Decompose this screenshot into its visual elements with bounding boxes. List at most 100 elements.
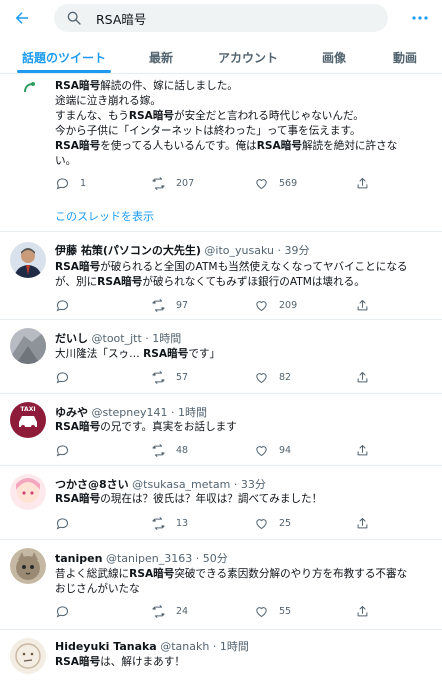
text-segment: が破られると全国のATMも当然使えなくなってヤバイことになる <box>100 261 408 273</box>
author-handle[interactable]: @tanipen_3163 <box>106 552 192 565</box>
text-segment: です」 <box>188 348 221 360</box>
tweet-time[interactable]: 1時間 <box>220 640 249 653</box>
tweet-header: Hideyuki Tanaka @tanakh · 1時間 <box>55 638 249 654</box>
highlighted-keyword: RSA暗号 <box>55 421 101 433</box>
tweet-time[interactable]: 1時間 <box>178 406 207 419</box>
search-bar[interactable]: RSA暗号 <box>54 4 388 32</box>
tab-top[interactable]: 話題のツイート <box>22 49 106 66</box>
tab-latest[interactable]: 最新 <box>149 49 173 66</box>
tweet[interactable]: TAXI ゆみや @stepney141 · 1時間 RSA暗号の兄です。真実を… <box>0 394 442 466</box>
author-name[interactable]: ゆみや <box>55 406 88 419</box>
tweet-line: 今から子供に「インターネットは終わった」って事を伝えます。 <box>55 124 435 139</box>
retweet-icon <box>151 298 166 313</box>
share-icon <box>355 604 370 619</box>
text-segment: 解読の件、嫁に話しました。 <box>100 80 238 92</box>
avatar[interactable]: TAXI <box>10 402 46 438</box>
reply-icon <box>55 370 70 385</box>
tab-accounts[interactable]: アカウント <box>218 49 278 66</box>
highlighted-keyword: RSA暗号 <box>143 348 189 360</box>
reply-icon <box>55 443 70 458</box>
share-button[interactable] <box>355 370 370 385</box>
tweet-header: だいし @toot_jtt · 1時間 <box>55 330 181 346</box>
tweet-actions: 24 55 <box>55 604 385 620</box>
tweet[interactable]: tanipen @tanipen_3163 · 50分 昔よく総武線にRSA暗号… <box>0 540 442 630</box>
retweet-button[interactable]: 13 <box>151 516 188 531</box>
author-handle[interactable]: @stepney141 <box>92 406 168 419</box>
tab-videos[interactable]: 動画 <box>393 49 417 66</box>
author-name[interactable]: つかさ@8さい <box>55 478 129 491</box>
tweet[interactable]: Hideyuki Tanaka @tanakh · 1時間 RSA暗号は、解けま… <box>0 630 442 680</box>
tweet-line: おじさんがいたな <box>55 582 435 597</box>
share-button[interactable] <box>355 443 370 458</box>
reply-button[interactable] <box>55 298 70 313</box>
tweet-text: 大川隆法「スゥ… RSA暗号です」 <box>55 347 435 362</box>
like-button[interactable]: 82 <box>254 370 291 385</box>
like-button[interactable]: 209 <box>254 298 297 313</box>
author-handle[interactable]: @toot_jtt <box>92 332 142 345</box>
share-icon <box>355 443 370 458</box>
avatar[interactable] <box>10 474 46 510</box>
tweet[interactable]: RSA暗号解読の件、嫁に話しました。 途端に泣き崩れる嫁。 すまんな、もうRSA暗号… <box>0 74 442 232</box>
reply-button[interactable] <box>55 443 70 458</box>
tweet-text: RSA暗号解読の件、嫁に話しました。 途端に泣き崩れる嫁。 すまんな、もうRSA暗号… <box>55 79 435 169</box>
retweet-icon <box>151 176 166 191</box>
author-handle[interactable]: @tsukasa_metam <box>132 478 230 491</box>
tweet-time[interactable]: 33分 <box>241 478 266 491</box>
avatar[interactable] <box>10 548 46 584</box>
show-thread-link[interactable]: このスレッドを表示 <box>55 208 154 224</box>
retweet-button[interactable]: 48 <box>151 443 188 458</box>
like-button[interactable]: 55 <box>254 604 291 619</box>
retweet-button[interactable]: 97 <box>151 298 188 313</box>
retweets-count: 24 <box>176 606 189 617</box>
avatar[interactable] <box>10 638 46 674</box>
like-button[interactable]: 569 <box>254 176 297 191</box>
share-icon <box>355 298 370 313</box>
reply-icon <box>55 176 70 191</box>
avatar[interactable] <box>10 328 46 364</box>
retweet-button[interactable]: 57 <box>151 370 188 385</box>
tab-images[interactable]: 画像 <box>322 49 346 66</box>
reply-button[interactable]: 1 <box>55 176 86 191</box>
separator-dot: · <box>273 244 285 257</box>
text-segment: 昔よく総武線に <box>55 568 130 580</box>
share-button[interactable] <box>355 604 370 619</box>
tweet-text: RSA暗号が破られると全国のATMも当然使えなくなってヤバイことになる が、別にR… <box>55 260 435 290</box>
likes-count: 82 <box>279 372 292 383</box>
tweet-time[interactable]: 39分 <box>284 244 309 257</box>
tweet-line: い。 <box>55 154 435 169</box>
like-button[interactable]: 25 <box>254 516 291 531</box>
reply-button[interactable] <box>55 516 70 531</box>
search-query[interactable]: RSA暗号 <box>96 9 146 28</box>
like-icon <box>254 176 269 191</box>
more-options-icon[interactable] <box>408 6 432 30</box>
share-button[interactable] <box>355 516 370 531</box>
search-tabs: 話題のツイート 最新 アカウント 画像 動画 <box>0 40 442 74</box>
author-name[interactable]: だいし <box>55 332 88 345</box>
text-segment: の現在は？彼氏は？年収は？調べてみました！ <box>100 493 323 505</box>
likes-count: 25 <box>279 518 292 529</box>
tweet-time[interactable]: 50分 <box>203 552 228 565</box>
back-arrow-icon[interactable] <box>8 4 36 32</box>
tweet[interactable]: だいし @toot_jtt · 1時間 大川隆法「スゥ… RSA暗号です」 57… <box>0 320 442 394</box>
like-icon <box>254 370 269 385</box>
reply-button[interactable] <box>55 370 70 385</box>
retweet-button[interactable]: 207 <box>151 176 194 191</box>
avatar[interactable] <box>10 242 46 278</box>
retweet-button[interactable]: 24 <box>151 604 188 619</box>
author-name[interactable]: tanipen <box>55 552 102 565</box>
author-handle[interactable]: @ito_yusaku <box>204 244 274 257</box>
tweet[interactable]: つかさ@8さい @tsukasa_metam · 33分 RSA暗号の現在は？彼… <box>0 466 442 540</box>
separator-dot: · <box>230 478 241 491</box>
author-name[interactable]: 伊藤 祐策(パソコンの大先生) <box>55 244 201 257</box>
share-button[interactable] <box>355 176 370 191</box>
reply-button[interactable] <box>55 604 70 619</box>
share-button[interactable] <box>355 298 370 313</box>
author-name[interactable]: Hideyuki Tanaka <box>55 640 157 653</box>
tweet-line: 大川隆法「スゥ… RSA暗号です」 <box>55 347 435 362</box>
tweet[interactable]: 伊藤 祐策(パソコンの大先生) @ito_yusaku · 39分 RSA暗号が… <box>0 232 442 320</box>
author-handle[interactable]: @tanakh <box>160 640 209 653</box>
like-button[interactable]: 94 <box>254 443 291 458</box>
tweet-line: すまんな、もうRSA暗号が安全だと言われる時代じゃないんだ。 <box>55 109 435 124</box>
tweet-text: RSA暗号は、解けまあす！ <box>55 655 435 670</box>
tweet-time[interactable]: 1時間 <box>152 332 181 345</box>
